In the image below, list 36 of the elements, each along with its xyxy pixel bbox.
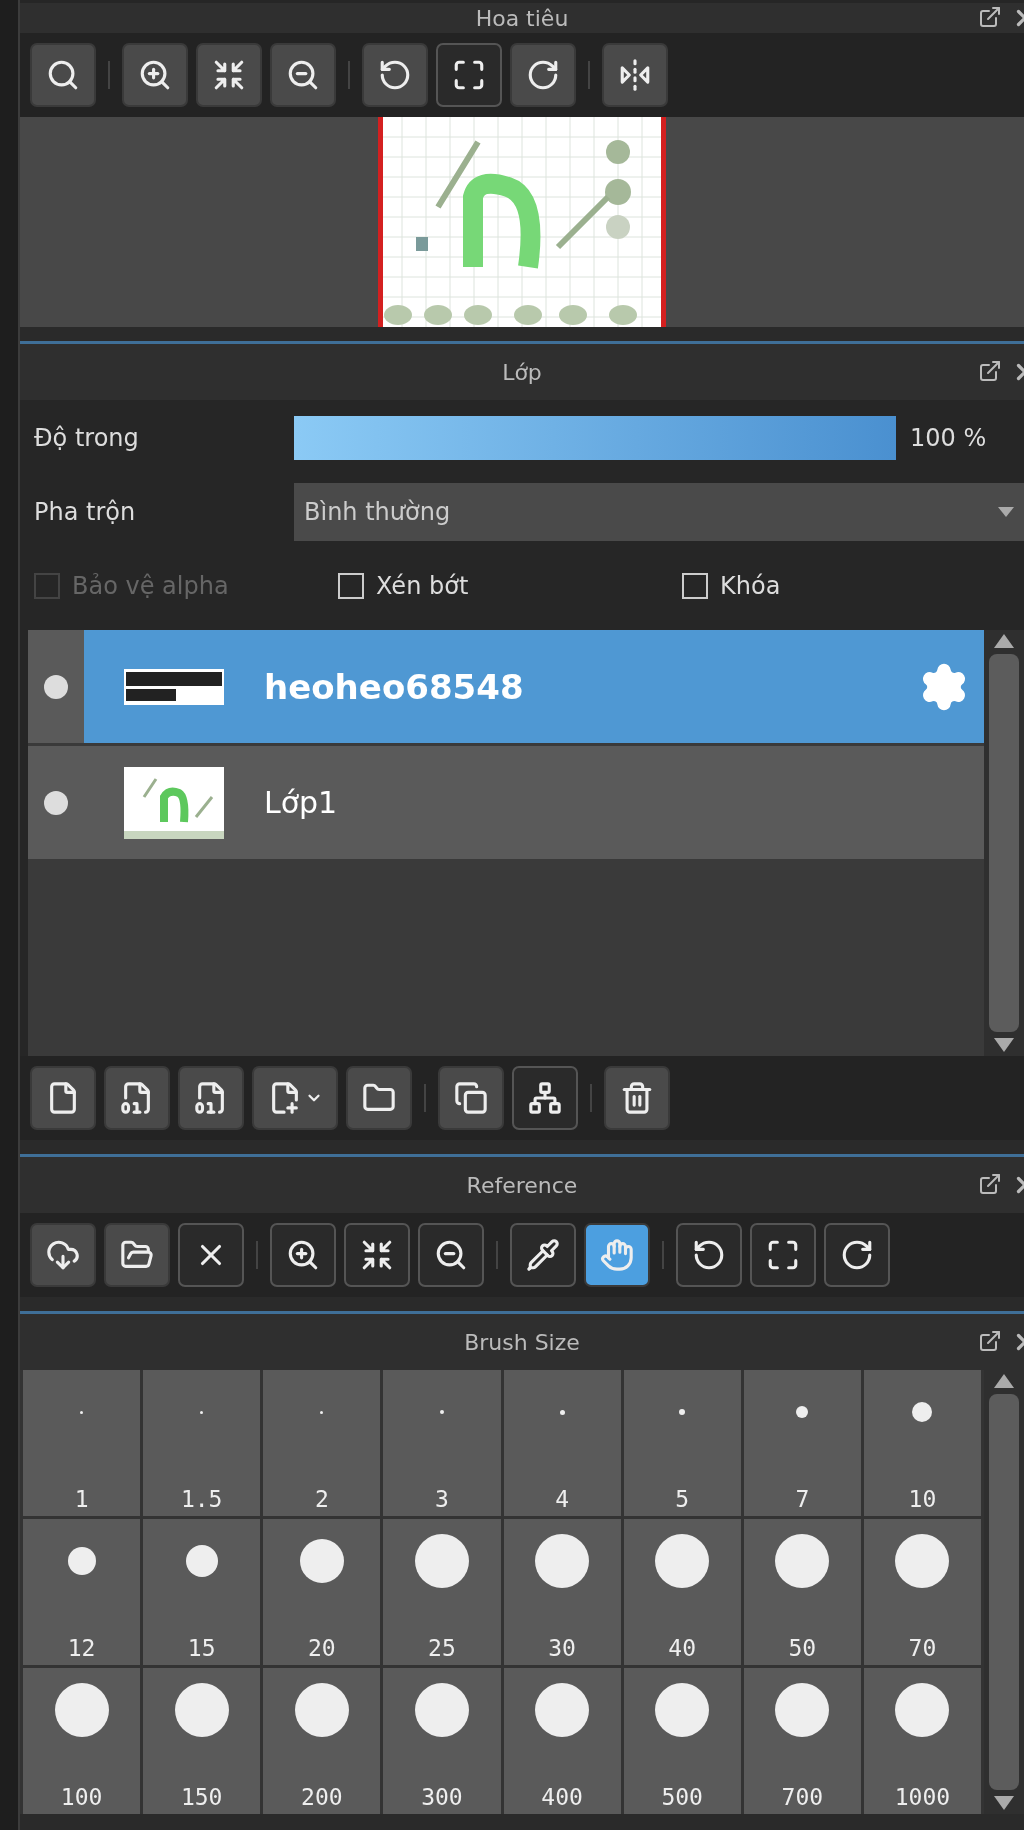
brush-size-option[interactable]: 12 [23,1519,141,1665]
brush-size-option[interactable]: 200 [263,1668,381,1814]
panel-title: Reference [466,1172,578,1198]
brush-size-option[interactable]: 3 [383,1370,501,1516]
panel-title: Hoa tiêu [475,5,569,31]
checkbox[interactable]: Khóa [682,572,982,600]
brush-size-option[interactable]: 50 [743,1519,861,1665]
blend-dropdown[interactable]: Bình thường [294,483,1024,541]
panel-title: Lớp [502,359,542,385]
blend-label: Pha trộn [34,498,137,526]
layer-name: Lớp1 [264,785,339,820]
brush-size-option[interactable]: 15 [143,1519,261,1665]
panel-title: Brush Size [464,1329,580,1355]
brush-size-option[interactable]: 25 [383,1519,501,1665]
brush-size-option[interactable]: 5 [623,1370,741,1516]
brush-size-option[interactable]: 40 [623,1519,741,1665]
brush-size-option[interactable]: 10 [863,1370,981,1516]
brush-size-option[interactable]: 2 [263,1370,381,1516]
opacity-value: 100 % [910,424,988,452]
checkbox[interactable]: Xén bớt [338,572,668,600]
brush-size-option[interactable]: 150 [143,1668,261,1814]
brush-size-option[interactable]: 1.5 [143,1370,261,1516]
brush-size-option[interactable]: 1000 [863,1668,981,1814]
brush-size-option[interactable]: 700 [743,1668,861,1814]
brush-size-option[interactable]: 7 [743,1370,861,1516]
brush-size-option[interactable]: 4 [503,1370,621,1516]
layer-name: heoheo68548 [264,666,525,707]
brush-size-option[interactable]: 30 [503,1519,621,1665]
brush-size-option[interactable]: 300 [383,1668,501,1814]
opacity-label: Độ trong [34,424,140,452]
brush-size-option[interactable]: 500 [623,1668,741,1814]
brush-size-option[interactable]: 20 [263,1519,381,1665]
brush-size-option[interactable]: 1 [23,1370,141,1516]
brush-size-option[interactable]: 400 [503,1668,621,1814]
brush-size-option[interactable]: 100 [23,1668,141,1814]
brush-size-option[interactable]: 70 [863,1519,981,1665]
